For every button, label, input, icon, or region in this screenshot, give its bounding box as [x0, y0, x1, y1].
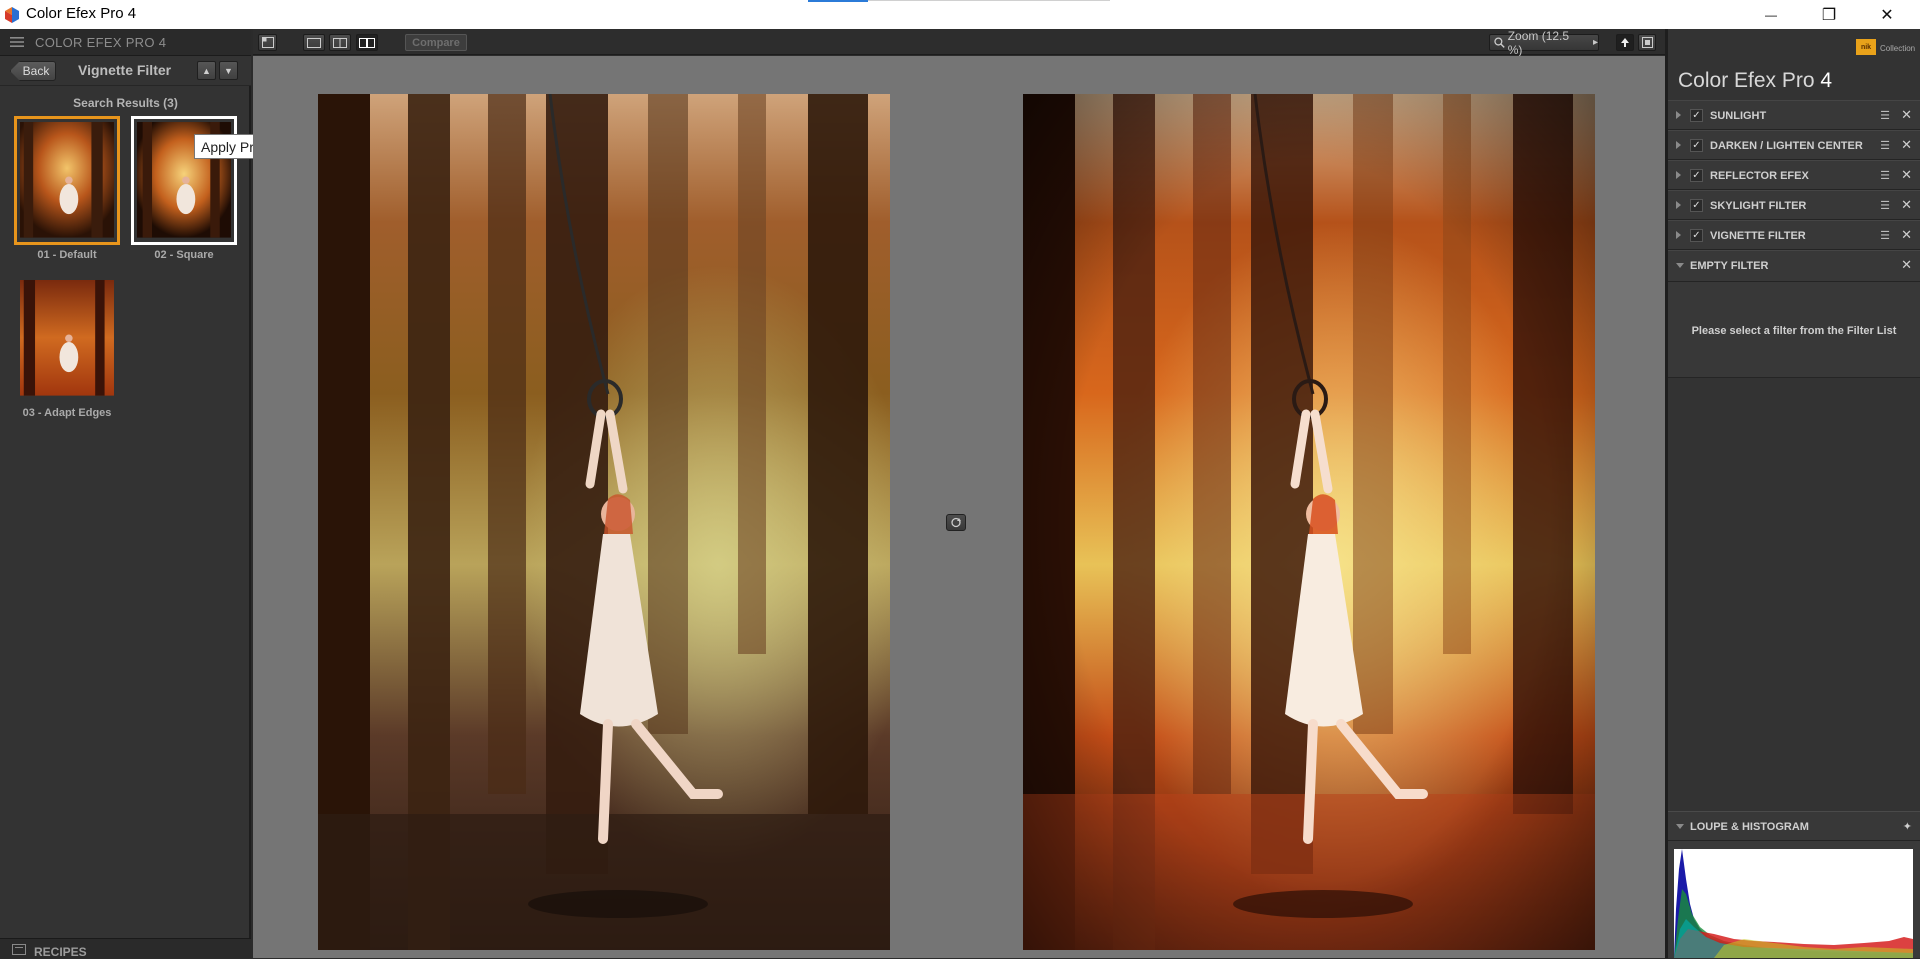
restore-button[interactable]: ❐ — [1800, 0, 1858, 29]
recipes-icon — [12, 944, 26, 955]
nik-logo: nik — [1856, 39, 1876, 55]
filter-remove-icon[interactable]: ✕ — [1901, 227, 1912, 243]
restore-icon: ❐ — [1821, 6, 1837, 24]
filter-menu-icon[interactable]: ☰ — [1880, 109, 1890, 122]
filter-remove-icon[interactable]: ✕ — [1901, 197, 1912, 213]
filter-row-sunlight[interactable]: ✓ SUNLIGHT ☰ ✕ — [1668, 100, 1920, 130]
loupe-histogram-header[interactable]: LOUPE & HISTOGRAM ✦ — [1668, 811, 1920, 841]
filter-enable-checkbox[interactable]: ✓ — [1690, 229, 1703, 242]
filter-menu-icon[interactable]: ☰ — [1880, 139, 1890, 152]
expand-arrow-icon[interactable] — [1676, 141, 1681, 149]
photo-before[interactable] — [318, 94, 890, 950]
window-title: Color Efex Pro 4 — [26, 5, 137, 22]
filter-label: SKYLIGHT FILTER — [1710, 200, 1807, 212]
preset-thumb-adapt-edges[interactable] — [14, 274, 120, 403]
close-icon: ✕ — [1880, 6, 1894, 24]
filter-remove-icon[interactable]: ✕ — [1901, 257, 1912, 273]
current-filter-title: Vignette Filter — [78, 62, 172, 78]
split-view-button[interactable] — [329, 34, 351, 51]
minimize-icon: — — [1765, 7, 1777, 22]
product-version: 4 — [1820, 69, 1833, 92]
minimize-button[interactable]: — — [1742, 0, 1800, 29]
title-accent-line — [808, 0, 868, 2]
filter-remove-icon[interactable]: ✕ — [1901, 137, 1912, 153]
filter-row-reflector-efex[interactable]: ✓ REFLECTOR EFEX ☰ ✕ — [1668, 160, 1920, 190]
magnifier-icon — [1494, 37, 1505, 48]
filter-remove-icon[interactable]: ✕ — [1901, 107, 1912, 123]
expand-arrow-icon[interactable] — [1676, 201, 1681, 209]
previous-filter-button[interactable]: ▲ — [197, 61, 216, 80]
zoom-dropdown[interactable]: Zoom (12.5 %) ▸ — [1489, 29, 1599, 57]
single-view-icon — [307, 37, 321, 48]
navigator-toggle-button[interactable] — [258, 34, 277, 51]
arrow-up-icon: ▲ — [202, 65, 211, 76]
histogram-graph — [1674, 849, 1913, 958]
photo-before-image — [318, 94, 890, 950]
compare-button[interactable]: Compare — [405, 34, 467, 51]
arrow-down-icon: ▼ — [224, 65, 233, 76]
split-view-icon — [333, 37, 347, 48]
side-by-side-icon — [359, 37, 375, 48]
pan-tool-button[interactable] — [1616, 34, 1634, 51]
preset-thumb-default[interactable] — [14, 116, 120, 245]
color-efex-logo-icon — [5, 7, 19, 23]
photo-after[interactable] — [1023, 94, 1595, 950]
filter-label: SUNLIGHT — [1710, 110, 1767, 122]
side-by-side-view-button[interactable] — [356, 34, 378, 51]
pin-icon[interactable]: ✦ — [1903, 820, 1912, 833]
filter-row-vignette-filter[interactable]: ✓ VIGNETTE FILTER ☰ ✕ — [1668, 220, 1920, 250]
zoom-arrow-icon: ▸ — [1592, 37, 1598, 48]
nik-collection-label: Collection — [1880, 44, 1916, 53]
sync-icon — [951, 517, 961, 528]
preset-preview-image — [20, 280, 114, 396]
filter-row-empty[interactable]: EMPTY FILTER ✕ — [1668, 250, 1920, 282]
close-window-button[interactable]: ✕ — [1858, 0, 1916, 29]
filter-enable-checkbox[interactable]: ✓ — [1690, 199, 1703, 212]
preset-label: 03 - Adapt Edges — [22, 407, 112, 419]
product-title: Color Efex Pro 4 — [1678, 69, 1832, 93]
filter-enable-checkbox[interactable]: ✓ — [1690, 109, 1703, 122]
single-view-button[interactable] — [303, 34, 325, 51]
collapse-arrow-icon[interactable] — [1676, 824, 1684, 829]
pin-icon — [1621, 38, 1629, 47]
filter-label: REFLECTOR EFEX — [1710, 170, 1809, 182]
filter-label: VIGNETTE FILTER — [1710, 230, 1806, 242]
filter-row-skylight-filter[interactable]: ✓ SKYLIGHT FILTER ☰ ✕ — [1668, 190, 1920, 220]
loupe-label: LOUPE & HISTOGRAM — [1690, 821, 1809, 833]
next-filter-button[interactable]: ▼ — [219, 61, 238, 80]
empty-filter-hint: Please select a filter from the Filter L… — [1691, 325, 1897, 337]
filter-label: DARKEN / LIGHTEN CENTER — [1710, 140, 1863, 152]
filter-enable-checkbox[interactable]: ✓ — [1690, 139, 1703, 152]
zoom-level: Zoom (12.5 %) — [1507, 28, 1570, 57]
product-name: Color Efex Pro — [1678, 69, 1815, 92]
expand-arrow-icon[interactable] — [1676, 111, 1681, 119]
hamburger-icon[interactable] — [10, 36, 24, 48]
photo-after-image — [1023, 94, 1595, 950]
expand-arrow-icon[interactable] — [1676, 231, 1681, 239]
filter-remove-icon[interactable]: ✕ — [1901, 167, 1912, 183]
brand-label: COLOR EFEX PRO 4 — [35, 35, 167, 50]
recipes-label: RECIPES — [34, 945, 87, 959]
fit-view-button[interactable] — [1638, 34, 1656, 51]
preset-label: 02 - Square — [154, 249, 214, 261]
filter-row-darken-lighten-center[interactable]: ✓ DARKEN / LIGHTEN CENTER ☰ ✕ — [1668, 130, 1920, 160]
fit-screen-icon — [1641, 37, 1653, 48]
filter-menu-icon[interactable]: ☰ — [1880, 199, 1890, 212]
filter-enable-checkbox[interactable]: ✓ — [1690, 169, 1703, 182]
layout-toggle-icon — [261, 37, 274, 48]
filter-menu-icon[interactable]: ☰ — [1880, 169, 1890, 182]
preset-label: 01 - Default — [37, 249, 97, 261]
preset-preview-image — [20, 122, 114, 238]
title-divider — [868, 0, 1110, 1]
filter-menu-icon[interactable]: ☰ — [1880, 229, 1890, 242]
collapse-arrow-icon[interactable] — [1676, 263, 1684, 268]
filter-label: EMPTY FILTER — [1690, 260, 1769, 272]
title-bar — [0, 0, 1920, 29]
expand-arrow-icon[interactable] — [1676, 171, 1681, 179]
sync-views-button[interactable] — [946, 514, 966, 531]
search-results-heading: Search Results (3) — [73, 96, 178, 110]
